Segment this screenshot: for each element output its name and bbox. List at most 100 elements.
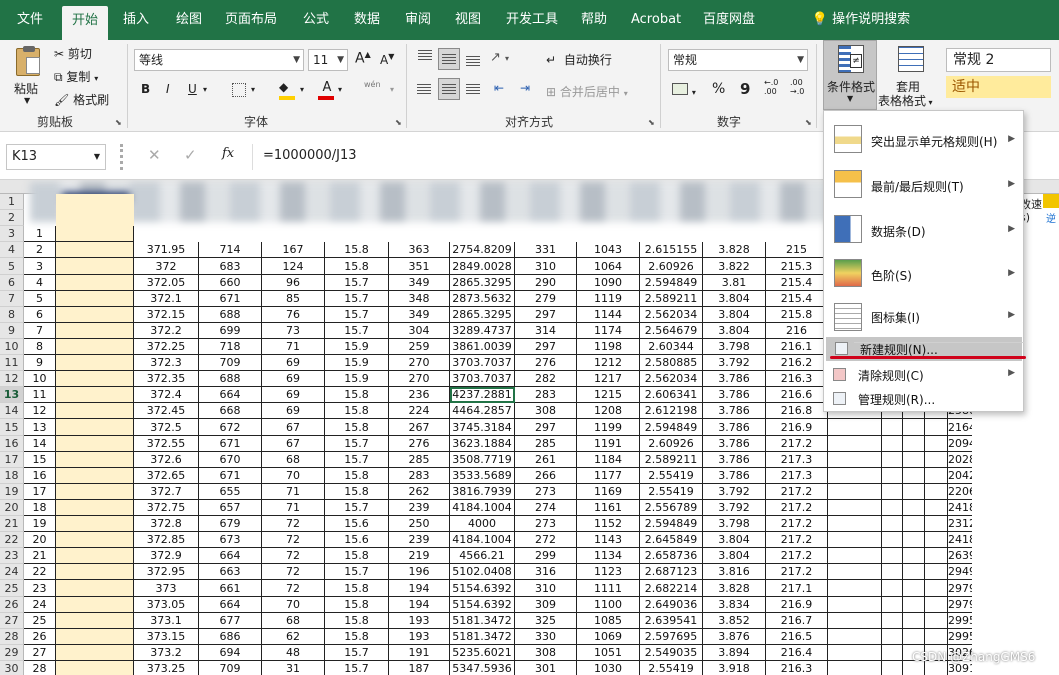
table-cell[interactable]: 217.2 [766, 484, 828, 500]
table-cell[interactable]: 72 [262, 548, 325, 564]
table-cell[interactable] [450, 194, 515, 210]
table-cell[interactable]: 15.7 [325, 661, 389, 675]
table-cell[interactable]: 3.798 [703, 339, 766, 355]
table-cell[interactable]: 4 [24, 275, 56, 291]
cell-style-normal-2[interactable]: 常规 2 [946, 48, 1051, 72]
table-cell[interactable]: 2418.56 [948, 532, 972, 548]
table-cell[interactable]: 4464.2857 [450, 403, 515, 419]
table-cell[interactable] [262, 210, 325, 226]
table-cell[interactable]: 216.5 [766, 629, 828, 645]
table-cell[interactable] [925, 500, 948, 516]
table-cell[interactable]: 2639.43 [948, 548, 972, 564]
table-cell[interactable] [828, 597, 882, 613]
table-cell[interactable]: 5181.3472 [450, 629, 515, 645]
increase-decimal-button[interactable]: ←.0 .00 [764, 78, 778, 96]
table-cell[interactable]: 290 [515, 275, 577, 291]
table-cell[interactable]: 3.81 [703, 275, 766, 291]
table-cell[interactable] [903, 597, 925, 613]
table-cell[interactable] [903, 613, 925, 629]
table-cell[interactable]: 217.2 [766, 500, 828, 516]
table-cell[interactable] [828, 484, 882, 500]
grow-font-button[interactable]: A▲ [355, 50, 371, 67]
table-cell[interactable] [903, 436, 925, 452]
table-cell[interactable]: 217.3 [766, 452, 828, 468]
table-cell[interactable]: 3.786 [703, 419, 766, 436]
table-cell[interactable]: 373.1 [134, 613, 199, 629]
table-cell[interactable]: 1 [24, 226, 56, 242]
table-cell[interactable]: 4566.21 [450, 548, 515, 564]
table-cell[interactable]: 308 [515, 403, 577, 419]
phonetic-button[interactable]: wén [364, 80, 381, 89]
table-cell[interactable]: 23 [24, 580, 56, 597]
table-cell[interactable]: 216.4 [766, 645, 828, 661]
table-cell[interactable]: 2873.5632 [450, 291, 515, 307]
table-cell[interactable] [882, 645, 903, 661]
table-cell[interactable]: 2865.3295 [450, 307, 515, 323]
table-cell[interactable]: 373.05 [134, 597, 199, 613]
table-cell[interactable] [640, 194, 703, 210]
table-cell[interactable]: 1030 [577, 661, 640, 675]
table-cell[interactable]: 25 [24, 613, 56, 629]
table-cell[interactable]: 70 [262, 597, 325, 613]
table-cell[interactable]: 372.55 [134, 436, 199, 452]
table-cell[interactable] [56, 419, 134, 436]
table-cell[interactable]: 15.6 [325, 516, 389, 532]
table-cell[interactable]: 1212 [577, 355, 640, 371]
table-cell[interactable]: 2.562034 [640, 371, 703, 387]
table-cell[interactable] [56, 452, 134, 468]
table-cell[interactable]: 21 [24, 548, 56, 564]
table-cell[interactable]: 236 [389, 387, 450, 403]
table-cell[interactable]: 373.2 [134, 645, 199, 661]
table-cell[interactable]: 9 [24, 355, 56, 371]
table-cell[interactable]: 15.7 [325, 323, 389, 339]
table-cell[interactable]: 3.816 [703, 564, 766, 580]
table-cell[interactable]: 1051 [577, 645, 640, 661]
table-cell[interactable]: 310 [515, 258, 577, 275]
table-cell[interactable]: 285 [515, 436, 577, 452]
table-cell[interactable]: 217.2 [766, 436, 828, 452]
table-cell[interactable] [450, 210, 515, 226]
table-cell[interactable]: 325 [515, 613, 577, 629]
row-header[interactable]: 23 [0, 548, 24, 564]
table-cell[interactable]: 193 [389, 629, 450, 645]
table-cell[interactable]: 261 [515, 452, 577, 468]
chevron-down-icon[interactable]: ▾ [251, 85, 255, 94]
table-cell[interactable]: 15.8 [325, 629, 389, 645]
align-top-button[interactable] [414, 48, 436, 70]
table-cell[interactable]: 17 [24, 484, 56, 500]
table-cell[interactable]: 217.2 [766, 564, 828, 580]
table-cell[interactable]: 2.60926 [640, 436, 703, 452]
table-cell[interactable]: 2.549035 [640, 645, 703, 661]
table-cell[interactable]: 664 [199, 597, 262, 613]
table-cell[interactable]: 668 [199, 403, 262, 419]
table-cell[interactable]: 273 [515, 516, 577, 532]
table-cell[interactable] [703, 194, 766, 210]
tab-3[interactable]: 绘图 [172, 0, 206, 40]
table-cell[interactable] [199, 226, 262, 242]
menu-item-3[interactable]: 色阶(S) ▶ [824, 253, 1023, 297]
table-cell[interactable]: 694 [199, 645, 262, 661]
table-cell[interactable] [56, 355, 134, 371]
table-cell[interactable]: 372.8 [134, 516, 199, 532]
table-cell[interactable] [134, 226, 199, 242]
border-icon[interactable] [232, 83, 246, 97]
table-cell[interactable]: 15.9 [325, 339, 389, 355]
table-cell[interactable]: 3.786 [703, 468, 766, 484]
table-cell[interactable]: 1215 [577, 387, 640, 403]
table-cell[interactable]: 2.55419 [640, 468, 703, 484]
row-header[interactable]: 28 [0, 629, 24, 645]
row-header[interactable]: 26 [0, 597, 24, 613]
font-color-button[interactable]: A [318, 80, 336, 100]
table-cell[interactable]: 301 [515, 661, 577, 675]
table-cell[interactable] [882, 532, 903, 548]
table-cell[interactable]: 372.35 [134, 371, 199, 387]
table-cell[interactable]: 331 [515, 242, 577, 258]
table-cell[interactable]: 69 [262, 403, 325, 419]
table-cell[interactable]: 3.834 [703, 597, 766, 613]
table-cell[interactable] [882, 661, 903, 675]
table-cell[interactable]: 348 [389, 291, 450, 307]
row-header[interactable]: 13 [0, 387, 24, 403]
table-cell[interactable] [56, 291, 134, 307]
table-cell[interactable]: 216.3 [766, 371, 828, 387]
table-cell[interactable] [56, 484, 134, 500]
